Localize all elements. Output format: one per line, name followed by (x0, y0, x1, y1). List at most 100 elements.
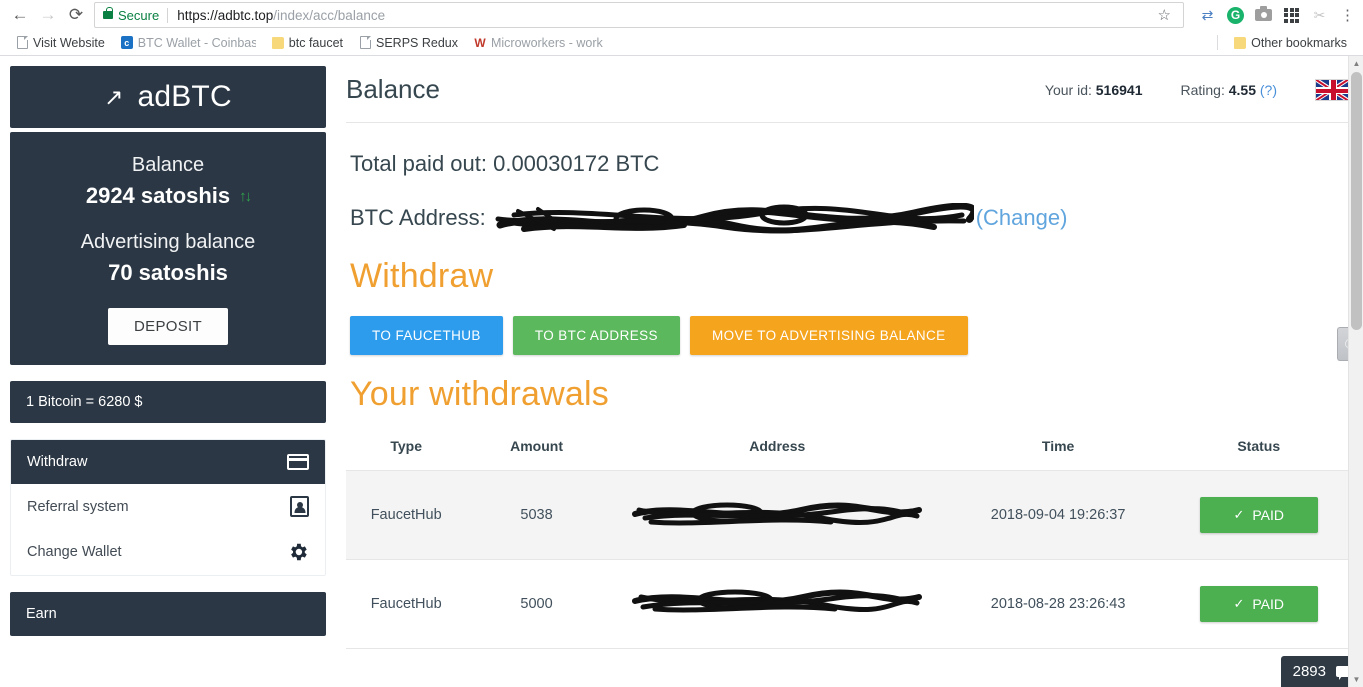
deposit-button[interactable]: DEPOSIT (108, 308, 228, 345)
earn-menu-group: Earn (10, 592, 326, 636)
column-header-address: Address (606, 438, 948, 471)
btc-address-row: BTC Address: (Change) (350, 203, 1349, 234)
brand-arrow-icon: ↗ (104, 83, 124, 110)
lock-icon (103, 7, 113, 19)
scrollbar-thumb[interactable] (1351, 72, 1362, 330)
status-badge: ✓ PAID (1199, 586, 1318, 622)
scroll-up-arrow-icon[interactable]: ▲ (1349, 56, 1363, 71)
main-content: Balance Your id: 516941 Rating: 4.55 (?) (336, 56, 1363, 687)
table-row: FaucetHub 5000 2018-08-28 23:26:43 ✓ PAI… (346, 559, 1349, 649)
withdrawals-section-title: Your withdrawals (350, 375, 609, 413)
uk-flag-icon[interactable] (1315, 78, 1349, 101)
to-btc-address-button[interactable]: TO BTC ADDRESS (512, 316, 680, 355)
sidebar-item-label: Change Wallet (27, 544, 122, 560)
column-header-type: Type (346, 438, 467, 471)
bookmark-serps-redux[interactable]: SERPS Redux (351, 36, 466, 50)
table-row: FaucetHub 5038 2018-09-04 19:26:37 ✓ PAI… (346, 470, 1349, 560)
microworkers-icon: W (474, 35, 486, 50)
other-bookmarks-label: Other bookmarks (1251, 35, 1347, 50)
withdrawals-table: Type Amount Address Time Status FaucetHu… (346, 438, 1349, 649)
bookmark-visit-website[interactable]: Visit Website (8, 36, 113, 50)
other-bookmarks-button[interactable]: Other bookmarks (1226, 36, 1355, 50)
rating-help-link[interactable]: (?) (1260, 82, 1277, 98)
balance-label: Balance (131, 154, 205, 176)
chat-badge-count: 2893 (1292, 663, 1326, 680)
green-circle-extension-icon[interactable]: G (1226, 6, 1245, 25)
check-icon: ✓ (1233, 596, 1245, 611)
camera-extension-icon[interactable] (1254, 6, 1273, 25)
balance-card: Balance 2924 satoshis ↑↓ Advertising bal… (10, 132, 326, 365)
bookmark-btc-faucet[interactable]: btc faucet (264, 36, 351, 50)
folder-icon (1234, 36, 1247, 50)
balance-value-row: 2924 satoshis ↑↓ (20, 183, 316, 209)
sidebar-item-change-wallet[interactable]: Change Wallet (11, 529, 325, 575)
scroll-down-arrow-icon[interactable]: ▼ (1349, 672, 1363, 687)
address-bar[interactable]: Secure https://adbtc.top/index/acc/balan… (94, 2, 1184, 28)
cell-type: FaucetHub (346, 470, 467, 560)
your-id: Your id: 516941 (1045, 82, 1143, 98)
to-faucethub-button[interactable]: TO FAUCETHUB (350, 316, 503, 355)
sidebar-item-label: Withdraw (27, 454, 88, 470)
bookmarks-divider (1217, 35, 1219, 50)
bitcoin-rate: 1 Bitcoin = 6280 $ (10, 381, 326, 423)
bookmark-microworkers[interactable]: W Microworkers - work (466, 36, 611, 50)
cell-time: 2018-09-04 19:26:37 (947, 470, 1169, 560)
sidebar: ↗ adBTC Balance 2924 satoshis ↑↓ Adverti… (0, 56, 336, 687)
browser-chrome: ← → ⟳ Secure https://adbtc.top/index/acc… (0, 0, 1363, 56)
other-bookmarks-group: Other bookmarks (1217, 35, 1355, 50)
sidebar-item-label: Earn (26, 606, 57, 622)
status-badge: ✓ PAID (1199, 497, 1318, 533)
extension-icons: ⇄ G ✂ ⋮ (1190, 6, 1357, 25)
cell-time: 2018-08-28 23:26:43 (947, 559, 1169, 649)
your-id-value: 516941 (1095, 81, 1143, 98)
reload-icon[interactable]: ⟳ (62, 1, 90, 29)
bookmark-label: BTC Wallet - Coinbas (137, 35, 256, 50)
credit-card-icon (287, 454, 309, 470)
bookmark-label: btc faucet (288, 35, 343, 50)
change-address-link[interactable]: (Change) (976, 205, 1068, 231)
sidebar-item-earn[interactable]: Earn (10, 592, 326, 636)
bookmark-btc-wallet-coinbase[interactable]: c BTC Wallet - Coinbas (113, 36, 264, 50)
balance-value: 2924 satoshis (85, 183, 231, 208)
page-icon (16, 36, 28, 50)
btc-address-label: BTC Address: (350, 205, 486, 230)
withdraw-buttons: TO FAUCETHUB TO BTC ADDRESS MOVE TO ADVE… (350, 316, 1349, 355)
rating-label: Rating: (1180, 81, 1225, 98)
exchange-arrows-icon[interactable]: ↑↓ (239, 188, 252, 205)
bookmark-star-icon[interactable]: ☆ (1154, 6, 1175, 24)
main-header: Balance Your id: 516941 Rating: 4.55 (?) (346, 74, 1349, 123)
page-body: ↗ adBTC Balance 2924 satoshis ↑↓ Adverti… (0, 56, 1363, 687)
forward-arrow-icon[interactable]: → (34, 1, 62, 29)
your-id-label: Your id: (1044, 81, 1092, 98)
column-header-amount: Amount (466, 438, 607, 471)
rating-value: 4.55 (1228, 81, 1256, 98)
table-body: FaucetHub 5038 2018-09-04 19:26:37 ✓ PAI… (346, 470, 1349, 649)
move-to-advertising-balance-button[interactable]: MOVE TO ADVERTISING BALANCE (689, 316, 968, 355)
total-paid-out: Total paid out: 0.00030172 BTC (350, 151, 660, 176)
url-path: /index/acc/balance (273, 7, 386, 23)
bookmark-label: Visit Website (33, 35, 105, 50)
sync-extension-icon[interactable]: ⇄ (1198, 6, 1217, 25)
cell-amount: 5000 (466, 559, 607, 649)
advertising-balance-label: Advertising balance (80, 231, 256, 253)
sidebar-item-referral-system[interactable]: Referral system (11, 484, 325, 529)
chrome-menu-icon[interactable]: ⋮ (1338, 6, 1357, 25)
cell-type: FaucetHub (346, 559, 467, 649)
gear-icon (287, 541, 309, 563)
apps-grid-icon[interactable] (1282, 6, 1301, 25)
back-arrow-icon[interactable]: ← (6, 1, 34, 29)
coinbase-icon: c (120, 36, 133, 50)
btc-address-value-redacted (494, 203, 974, 234)
cell-status: ✓ PAID (1168, 559, 1349, 649)
sidebar-item-label: Referral system (27, 498, 129, 515)
brand-logo[interactable]: ↗ adBTC (10, 66, 326, 128)
contact-card-icon (290, 496, 309, 517)
page-scrollbar[interactable]: ▲ ▼ (1348, 56, 1363, 687)
brand-name: adBTC (137, 80, 232, 113)
cell-amount: 5038 (466, 470, 607, 560)
advertising-balance-value: 70 satoshis (108, 260, 228, 285)
disabled-extension-icon[interactable]: ✂ (1310, 6, 1329, 25)
cell-address-redacted (606, 470, 948, 560)
sidebar-item-withdraw[interactable]: Withdraw (11, 440, 325, 484)
